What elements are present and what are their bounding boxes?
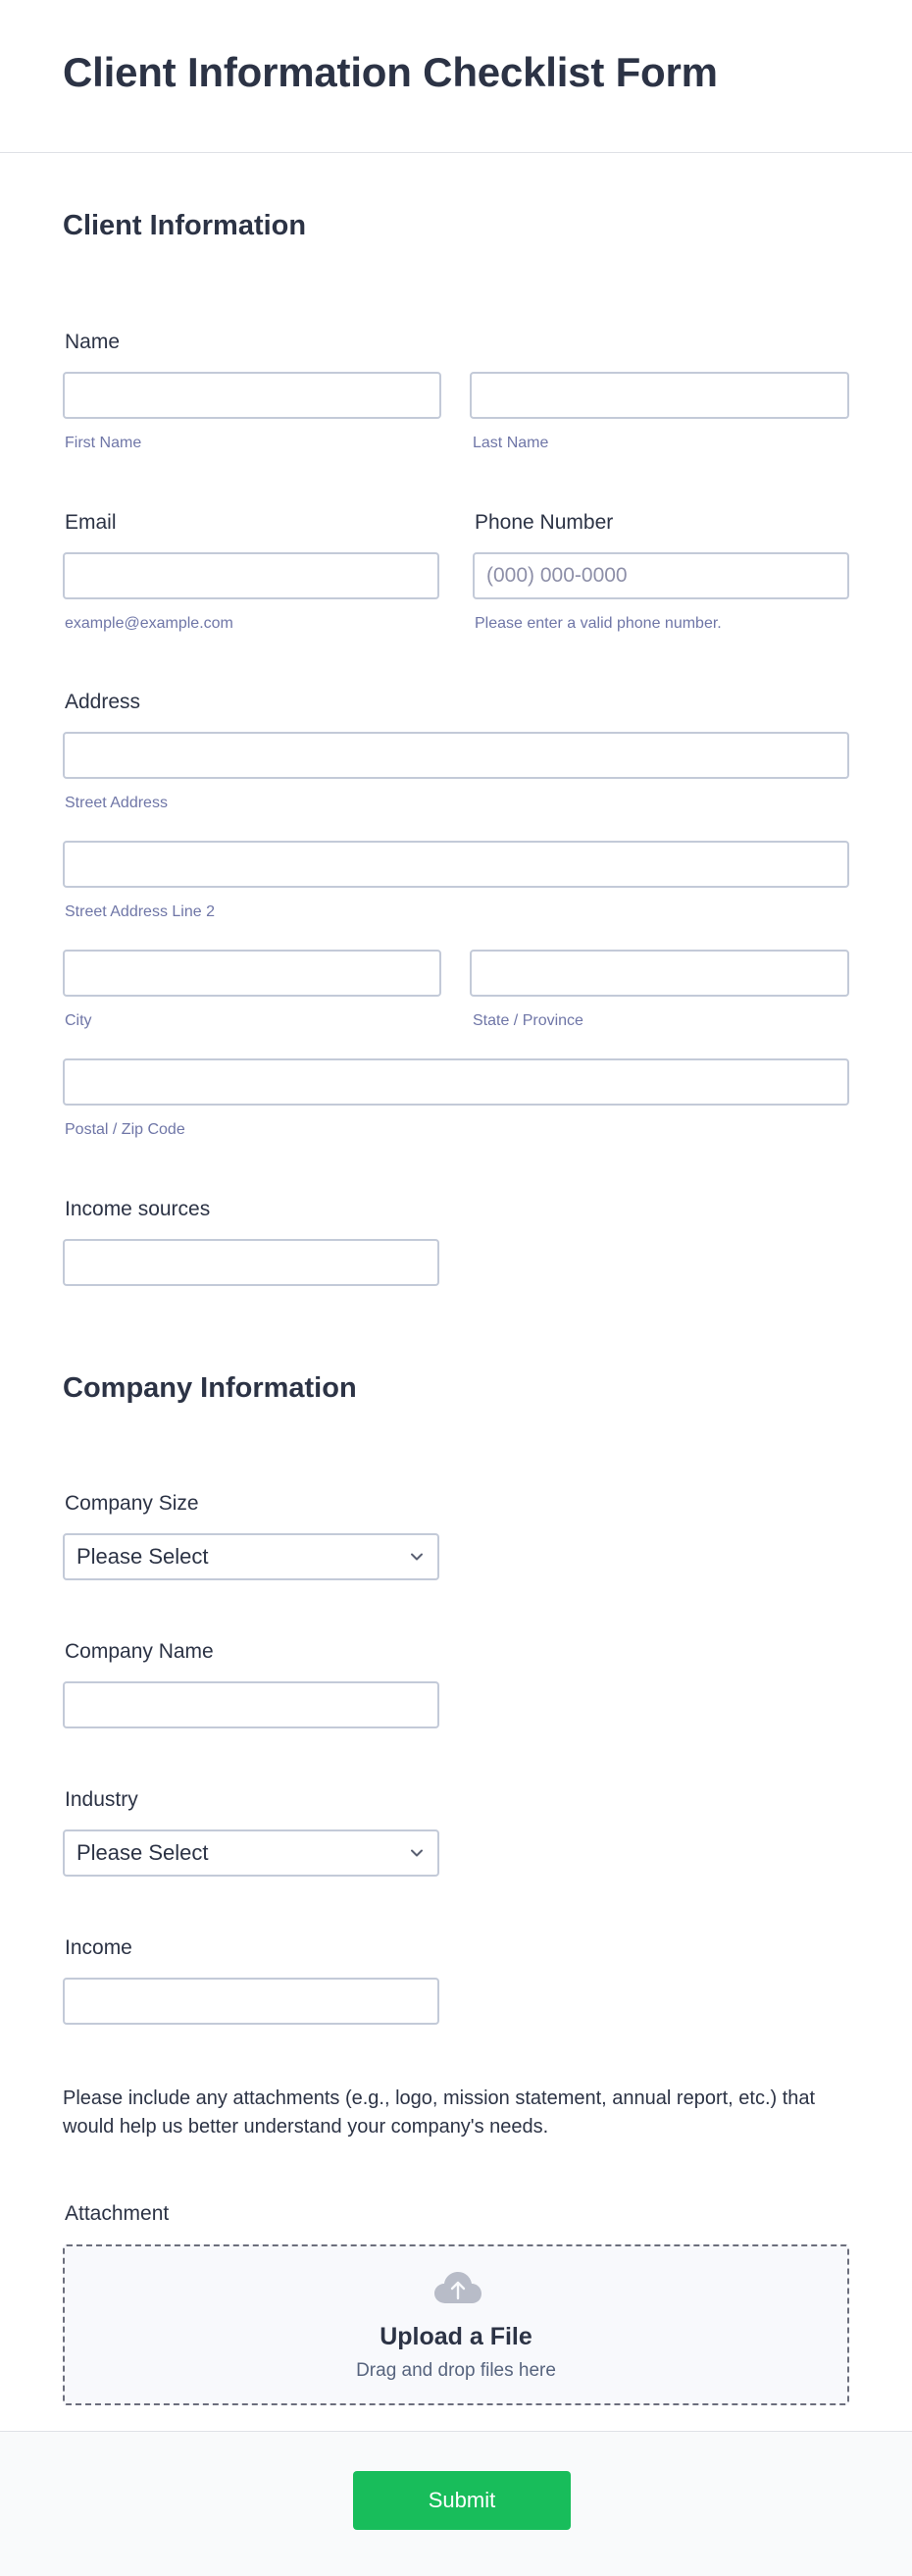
income-sources-input[interactable] [63,1239,439,1286]
income-label: Income [65,1936,132,1959]
form-title: Client Information Checklist Form [63,49,718,95]
phone-input[interactable] [473,552,849,599]
client-section-title: Client Information [63,210,307,241]
city-input[interactable] [63,950,441,997]
form-header: Client Information Checklist Form [0,0,912,153]
street-address-input[interactable] [63,732,849,779]
cloud-upload-icon [434,2272,481,2303]
last-name-sublabel: Last Name [473,435,549,451]
phone-label: Phone Number [475,511,614,534]
company-size-selected-value: Please Select [76,1544,209,1569]
file-upload-dropzone[interactable]: Upload a File Drag and drop files here [63,2244,849,2405]
attachments-note: Please include any attachments (e.g., lo… [63,2087,816,2138]
email-label: Email [65,511,117,534]
upload-title: Upload a File [380,2323,532,2350]
phone-sublabel: Please enter a valid phone number. [475,615,722,632]
industry-selected-value: Please Select [76,1840,209,1865]
address-label: Address [65,691,141,713]
company-section-title: Company Information [63,1372,357,1404]
company-size-label: Company Size [65,1492,199,1515]
upload-subtitle: Drag and drop files here [356,2360,556,2381]
name-label: Name [65,331,121,353]
email-input[interactable] [63,552,439,599]
company-size-select[interactable]: Please Select [63,1533,439,1580]
state-input[interactable] [470,950,849,997]
submit-button[interactable]: Submit [353,2471,571,2530]
industry-label: Industry [65,1788,138,1811]
form-page: Client Information Checklist Form Client… [0,0,912,2576]
chevron-down-icon [411,1849,423,1857]
first-name-input[interactable] [63,372,441,419]
street-address-line2-input[interactable] [63,841,849,888]
first-name-sublabel: First Name [65,435,142,451]
income-input[interactable] [63,1978,439,2025]
zip-sublabel: Postal / Zip Code [65,1121,185,1138]
industry-select[interactable]: Please Select [63,1829,439,1877]
street-address-line2-sublabel: Street Address Line 2 [65,903,215,920]
company-name-label: Company Name [65,1640,214,1663]
last-name-input[interactable] [470,372,849,419]
chevron-down-icon [411,1553,423,1561]
income-sources-label: Income sources [65,1198,211,1220]
zip-input[interactable] [63,1058,849,1106]
state-sublabel: State / Province [473,1012,583,1029]
company-name-input[interactable] [63,1681,439,1728]
attachment-label: Attachment [65,2202,170,2225]
email-sublabel: example@example.com [65,615,233,632]
form-footer: Submit [0,2431,912,2576]
city-sublabel: City [65,1012,92,1029]
street-address-sublabel: Street Address [65,795,168,811]
